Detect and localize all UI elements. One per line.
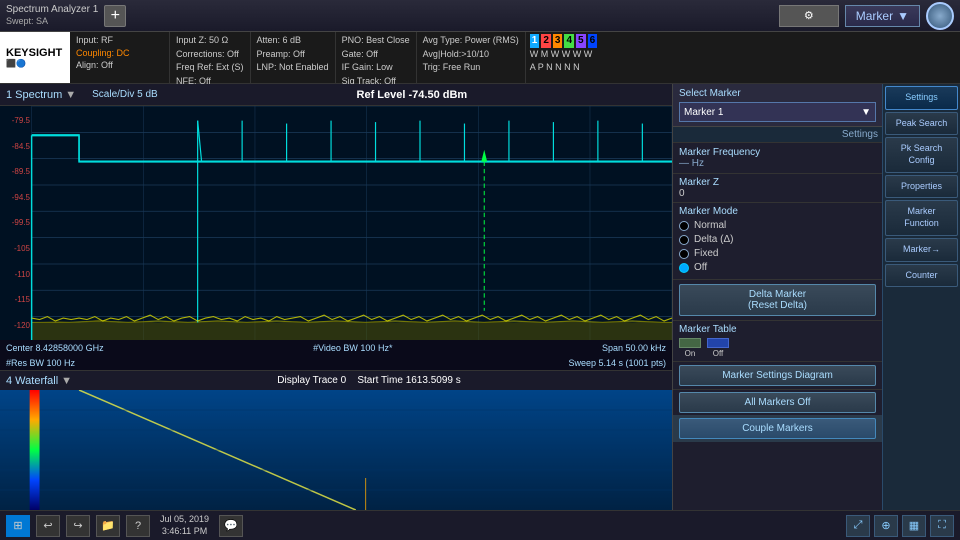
keysight-logo: KEYSIGHT ⬛🔵 [0, 32, 70, 83]
move-button[interactable]: ⤢ [846, 515, 870, 537]
peak-search-button[interactable]: Peak Search [885, 112, 958, 136]
pk-search-config-button[interactable]: Pk SearchConfig [885, 137, 958, 172]
marker-mode-normal[interactable]: Normal [679, 220, 876, 231]
toggle-on-box [679, 338, 701, 348]
couple-markers-button[interactable]: Couple Markers [679, 418, 876, 439]
spectrum-header: 1 Spectrum ▼ Scale/Div 5 dB Ref Level -7… [0, 84, 672, 106]
folder-button[interactable]: 📁 [96, 515, 120, 537]
chat-button[interactable]: 💬 [219, 515, 243, 537]
all-markers-off-container: All Markers Off [673, 390, 882, 415]
settings-side-button[interactable]: Settings [885, 86, 958, 110]
spectrum-title: 1 Spectrum [6, 89, 62, 101]
back-button[interactable]: ↩ [36, 515, 60, 537]
info-markers: 1 2 3 4 5 6 W M W W W W A P N N N N [526, 32, 601, 83]
waterfall-header: 4 Waterfall ▼ Display Trace 0 Start Time… [0, 370, 672, 390]
buttons-section: Delta Marker(Reset Delta) [673, 280, 882, 321]
settings-section: Marker Settings Diagram [673, 362, 882, 390]
settings-tab: Settings [673, 127, 882, 143]
chevron-down-icon: ▼ [861, 107, 871, 118]
all-markers-off-button[interactable]: All Markers Off [679, 392, 876, 413]
marker-mode-fixed[interactable]: Fixed [679, 248, 876, 259]
grid-button[interactable]: ▦ [902, 515, 926, 537]
marker-arrow-button[interactable]: Marker→ [885, 238, 958, 262]
waterfall-svg [0, 390, 672, 510]
grid-icon: ▦ [909, 519, 919, 532]
select-marker-dropdown[interactable]: Marker 1 ▼ [679, 102, 876, 122]
main-container: 1 Spectrum ▼ Scale/Div 5 dB Ref Level -7… [0, 84, 960, 510]
folder-icon: 📁 [101, 519, 115, 532]
spectrum-svg [0, 106, 672, 340]
marker-function-button[interactable]: MarkerFunction [885, 200, 958, 235]
windows-button[interactable]: ⊞ [6, 515, 30, 537]
info-pno: PNO: Best Close Gate: Off IF Gain: Low S… [336, 32, 417, 83]
question-icon: ? [135, 520, 141, 532]
spinner-button[interactable] [926, 2, 954, 30]
info-avg: Avg Type: Power (RMS) Avg|Hold:>10/10 Tr… [417, 32, 526, 83]
spectrum-status: Center 8.42858000 GHz #Video BW 100 Hz* … [0, 340, 672, 356]
title-text: Spectrum Analyzer 1 Swept: SA [6, 4, 98, 28]
waterfall-title: 4 Waterfall [6, 375, 58, 387]
couple-markers-section: Couple Markers [673, 415, 882, 442]
crosshair-icon: ⊕ [881, 519, 890, 532]
spectrum-status2: #Res BW 100 Hz Sweep 5.14 s (1001 pts) [0, 356, 672, 370]
expand-button[interactable]: ⛶ [930, 515, 954, 537]
marker-frequency-section: Marker Frequency — Hz [673, 143, 882, 174]
waterfall-graph[interactable]: 238 [0, 390, 672, 510]
info-bar: KEYSIGHT ⬛🔵 Input: RF Coupling: DC Align… [0, 32, 960, 84]
properties-button[interactable]: Properties [885, 175, 958, 199]
marker-table-on-toggle[interactable]: On [679, 338, 701, 358]
taskbar: ⊞ ↩ ↪ 📁 ? Jul 05, 2019 3:46:11 PM 💬 ⤢ ⊕ … [0, 510, 960, 540]
taskbar-date: Jul 05, 2019 3:46:11 PM [160, 514, 209, 537]
marker-button[interactable]: Marker ▼ [845, 5, 920, 27]
taskbar-right: ⤢ ⊕ ▦ ⛶ [846, 515, 954, 537]
select-marker-section: Select Marker Marker 1 ▼ [673, 84, 882, 127]
marker-mode-section: Marker Mode Normal Delta (Δ) Fixed Off [673, 203, 882, 280]
marker-z-section: Marker Z 0 [673, 174, 882, 203]
dropdown-arrow-icon: ▼ [65, 89, 76, 101]
side-buttons: Settings Peak Search Pk SearchConfig Pro… [882, 84, 960, 510]
chevron-down-icon: ▼ [897, 9, 909, 23]
expand-icon: ⛶ [938, 519, 946, 532]
marker-settings-diagram-button[interactable]: Marker Settings Diagram [679, 365, 876, 386]
waterfall-info: Display Trace 0 Start Time 1613.5099 s [277, 375, 460, 386]
ref-level: Ref Level -74.50 dBm [357, 89, 468, 101]
gear-button[interactable]: ⚙ [779, 5, 839, 27]
delta-marker-button[interactable]: Delta Marker(Reset Delta) [679, 284, 876, 316]
marker-mode-off[interactable]: Off [679, 262, 876, 273]
scale-label: Scale/Div 5 dB [92, 89, 158, 100]
counter-button[interactable]: Counter [885, 264, 958, 288]
gear-icon: ⚙ [804, 9, 814, 22]
forward-icon: ↪ [73, 519, 82, 532]
info-atten: Atten: 6 dB Preamp: Off LNP: Not Enabled [251, 32, 336, 83]
marker-table-section: Marker Table On Off [673, 321, 882, 362]
help-button[interactable]: ? [126, 515, 150, 537]
forward-button[interactable]: ↪ [66, 515, 90, 537]
crosshair-button[interactable]: ⊕ [874, 515, 898, 537]
back-icon: ↩ [43, 519, 52, 532]
center-left: 1 Spectrum ▼ Scale/Div 5 dB Ref Level -7… [0, 84, 672, 510]
info-corrections: Input Z: 50 Ω Corrections: Off Freq Ref:… [170, 32, 251, 83]
spectrum-graph[interactable]: -79.5 -84.5 -89.5 -94.5 -99.5 -105 -110 … [0, 106, 672, 340]
windows-icon: ⊞ [13, 519, 22, 532]
chat-icon: 💬 [224, 519, 238, 532]
title-bar: Spectrum Analyzer 1 Swept: SA + ⚙ Marker… [0, 0, 960, 32]
dropdown-arrow-icon: ▼ [61, 375, 72, 387]
radio-normal [679, 221, 689, 231]
radio-fixed [679, 249, 689, 259]
marker-mode-delta[interactable]: Delta (Δ) [679, 234, 876, 245]
radio-delta [679, 235, 689, 245]
marker-table-off-toggle[interactable]: Off [707, 338, 729, 358]
info-input: Input: RF Coupling: DC Align: Off [70, 32, 170, 83]
move-icon: ⤢ [854, 519, 863, 532]
radio-off [679, 263, 689, 273]
right-panel: Select Marker Marker 1 ▼ Settings Marker… [672, 84, 882, 510]
toggle-off-box [707, 338, 729, 348]
add-button[interactable]: + [104, 5, 126, 27]
